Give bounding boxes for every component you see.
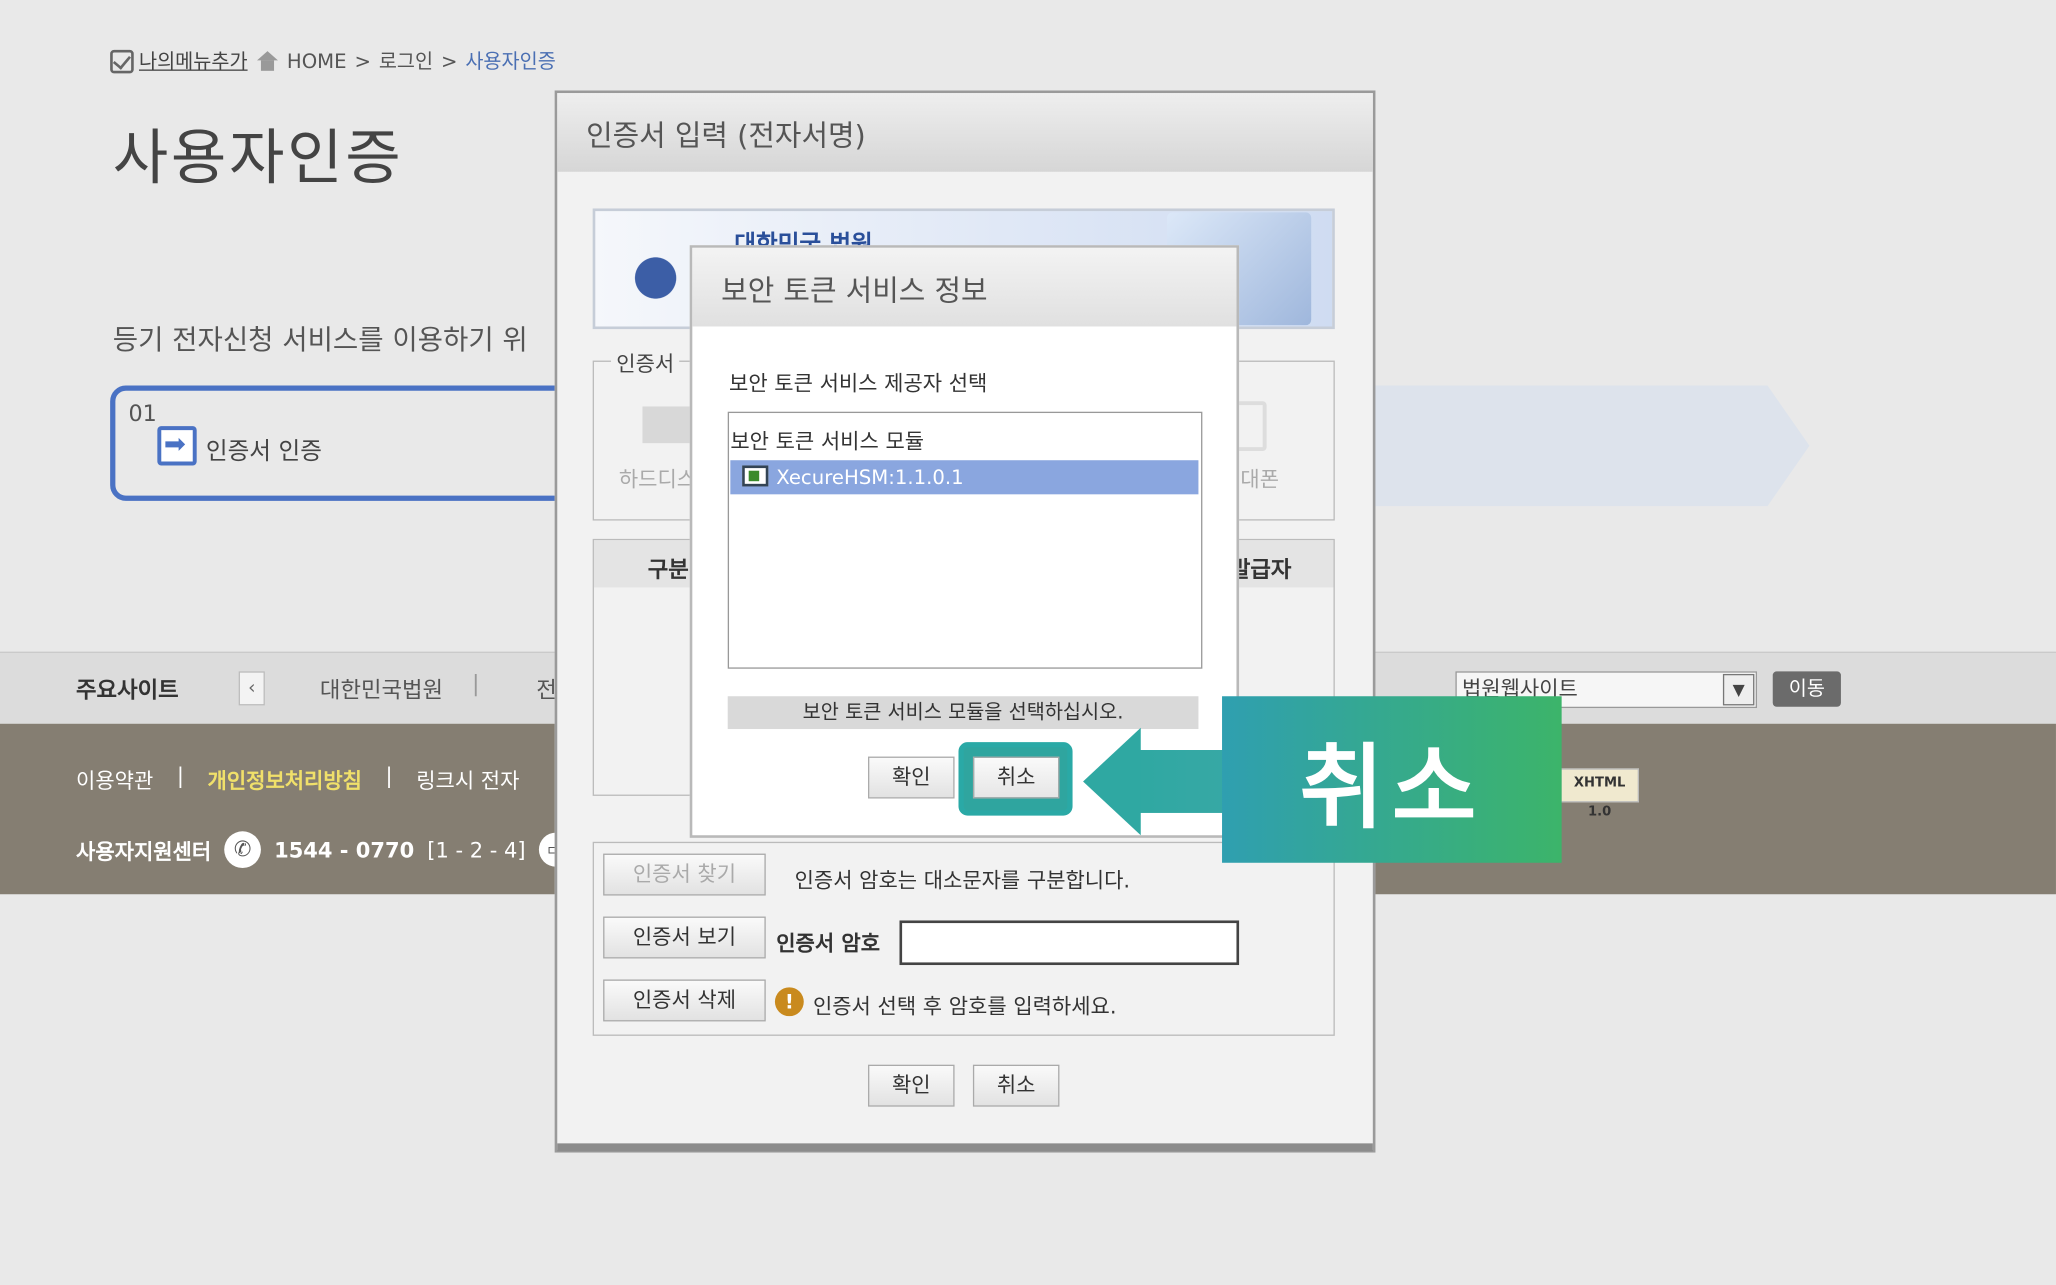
token-status-message: 보안 토큰 서비스 모듈을 선택하십시오. bbox=[727, 696, 1199, 730]
phone-icon: ✆ bbox=[224, 831, 261, 869]
breadcrumb: 나의메뉴추가 HOME > 로그인 > 사용자인증 bbox=[110, 47, 556, 75]
certificate-login-icon bbox=[157, 426, 197, 466]
token-ok-button[interactable]: 확인 bbox=[868, 756, 955, 799]
go-button[interactable]: 이동 bbox=[1772, 671, 1841, 707]
breadcrumb-home[interactable]: HOME bbox=[287, 49, 347, 73]
arrow-left-icon bbox=[1083, 727, 1141, 836]
xhtml-badge: XHTML 1.0 bbox=[1560, 768, 1639, 820]
breadcrumb-separator: > bbox=[440, 49, 458, 73]
breadcrumb-separator: > bbox=[354, 49, 371, 73]
breadcrumb-current: 사용자인증 bbox=[465, 49, 556, 74]
token-cancel-button[interactable]: 취소 bbox=[972, 756, 1060, 799]
footer-separator: | bbox=[385, 763, 393, 789]
password-hint: 인증서 선택 후 암호를 입력하세요. bbox=[812, 993, 1117, 1019]
module-chip-icon bbox=[742, 465, 769, 487]
delete-certificate-button[interactable]: 인증서 삭제 bbox=[603, 979, 766, 1022]
case-sensitive-note: 인증서 암호는 대소문자를 구분합니다. bbox=[794, 868, 1131, 893]
cert-ok-button[interactable]: 확인 bbox=[868, 1064, 955, 1107]
add-my-menu-label: 나의메뉴추가 bbox=[138, 49, 248, 74]
checkbox-icon bbox=[110, 49, 134, 73]
certificate-dialog-title: 인증서 입력 (전자서명) bbox=[586, 120, 866, 154]
step-arrow-icon bbox=[1767, 385, 1810, 507]
hard-disk-label[interactable]: 하드디스 bbox=[619, 462, 696, 493]
site-link-supreme-court[interactable]: 대한민국법원 bbox=[320, 671, 443, 704]
certificate-location-legend: 인증서 bbox=[611, 346, 680, 378]
find-certificate-button[interactable]: 인증서 찾기 bbox=[603, 853, 766, 896]
callout-arrow-body bbox=[1135, 750, 1228, 813]
support-extension: [1 - 2 - 4] bbox=[427, 837, 526, 863]
password-input[interactable] bbox=[899, 920, 1240, 966]
password-label: 인증서 암호 bbox=[776, 930, 881, 956]
page-title: 사용자인증 bbox=[112, 121, 404, 193]
privacy-policy-link[interactable]: 개인정보처리방침 bbox=[208, 763, 362, 794]
prev-site-button[interactable]: ‹ bbox=[238, 671, 265, 706]
terms-link[interactable]: 이용약관 bbox=[76, 763, 153, 794]
intro-text: 등기 전자신청 서비스를 이용하기 위 bbox=[112, 323, 528, 356]
warning-icon: ! bbox=[774, 987, 804, 1017]
support-center: 사용자지원센터 ✆ 1544 - 0770 [1 - 2 - 4] ▭ bbox=[76, 831, 573, 869]
view-certificate-button[interactable]: 인증서 보기 bbox=[603, 916, 766, 959]
link-policy-link[interactable]: 링크시 전자 bbox=[416, 763, 519, 794]
token-module-list-header: 보안 토큰 서비스 모듈 bbox=[730, 428, 925, 454]
hard-disk-icon[interactable] bbox=[642, 406, 690, 444]
breadcrumb-login[interactable]: 로그인 bbox=[379, 47, 433, 75]
footer-separator: | bbox=[176, 763, 184, 789]
site-separator: | bbox=[472, 671, 480, 698]
security-token-dialog-title: 보안 토큰 서비스 정보 bbox=[721, 275, 988, 309]
column-header-type: 구분 bbox=[647, 557, 689, 584]
footer-links: 이용약관 | 개인정보처리방침 | 링크시 전자 bbox=[76, 763, 519, 794]
step-next-indicator bbox=[1374, 385, 1768, 507]
mobile-phone-label[interactable]: 대폰 bbox=[1240, 462, 1279, 493]
court-logo-icon bbox=[616, 222, 695, 315]
support-center-label: 사용자지원센터 bbox=[76, 839, 212, 865]
chevron-down-icon[interactable]: ▼ bbox=[1722, 673, 1755, 706]
home-icon[interactable] bbox=[255, 50, 279, 71]
column-header-issuer: 발급자 bbox=[1229, 557, 1292, 584]
support-phone: 1544 - 0770 bbox=[274, 837, 415, 863]
callout-label: 취소 bbox=[1299, 734, 1485, 842]
token-module-item-label: XecureHSM:1.1.0.1 bbox=[776, 465, 964, 490]
add-my-menu-link[interactable]: 나의메뉴추가 bbox=[110, 47, 248, 75]
major-sites-label: 주요사이트 bbox=[76, 677, 179, 705]
provider-select-label: 보안 토큰 서비스 제공자 선택 bbox=[729, 371, 988, 396]
dialog-bottom-edge bbox=[557, 1143, 1373, 1152]
step-number: 01 bbox=[128, 401, 157, 428]
step-label: 인증서 인증 bbox=[205, 437, 322, 466]
cert-cancel-button[interactable]: 취소 bbox=[972, 1064, 1060, 1107]
